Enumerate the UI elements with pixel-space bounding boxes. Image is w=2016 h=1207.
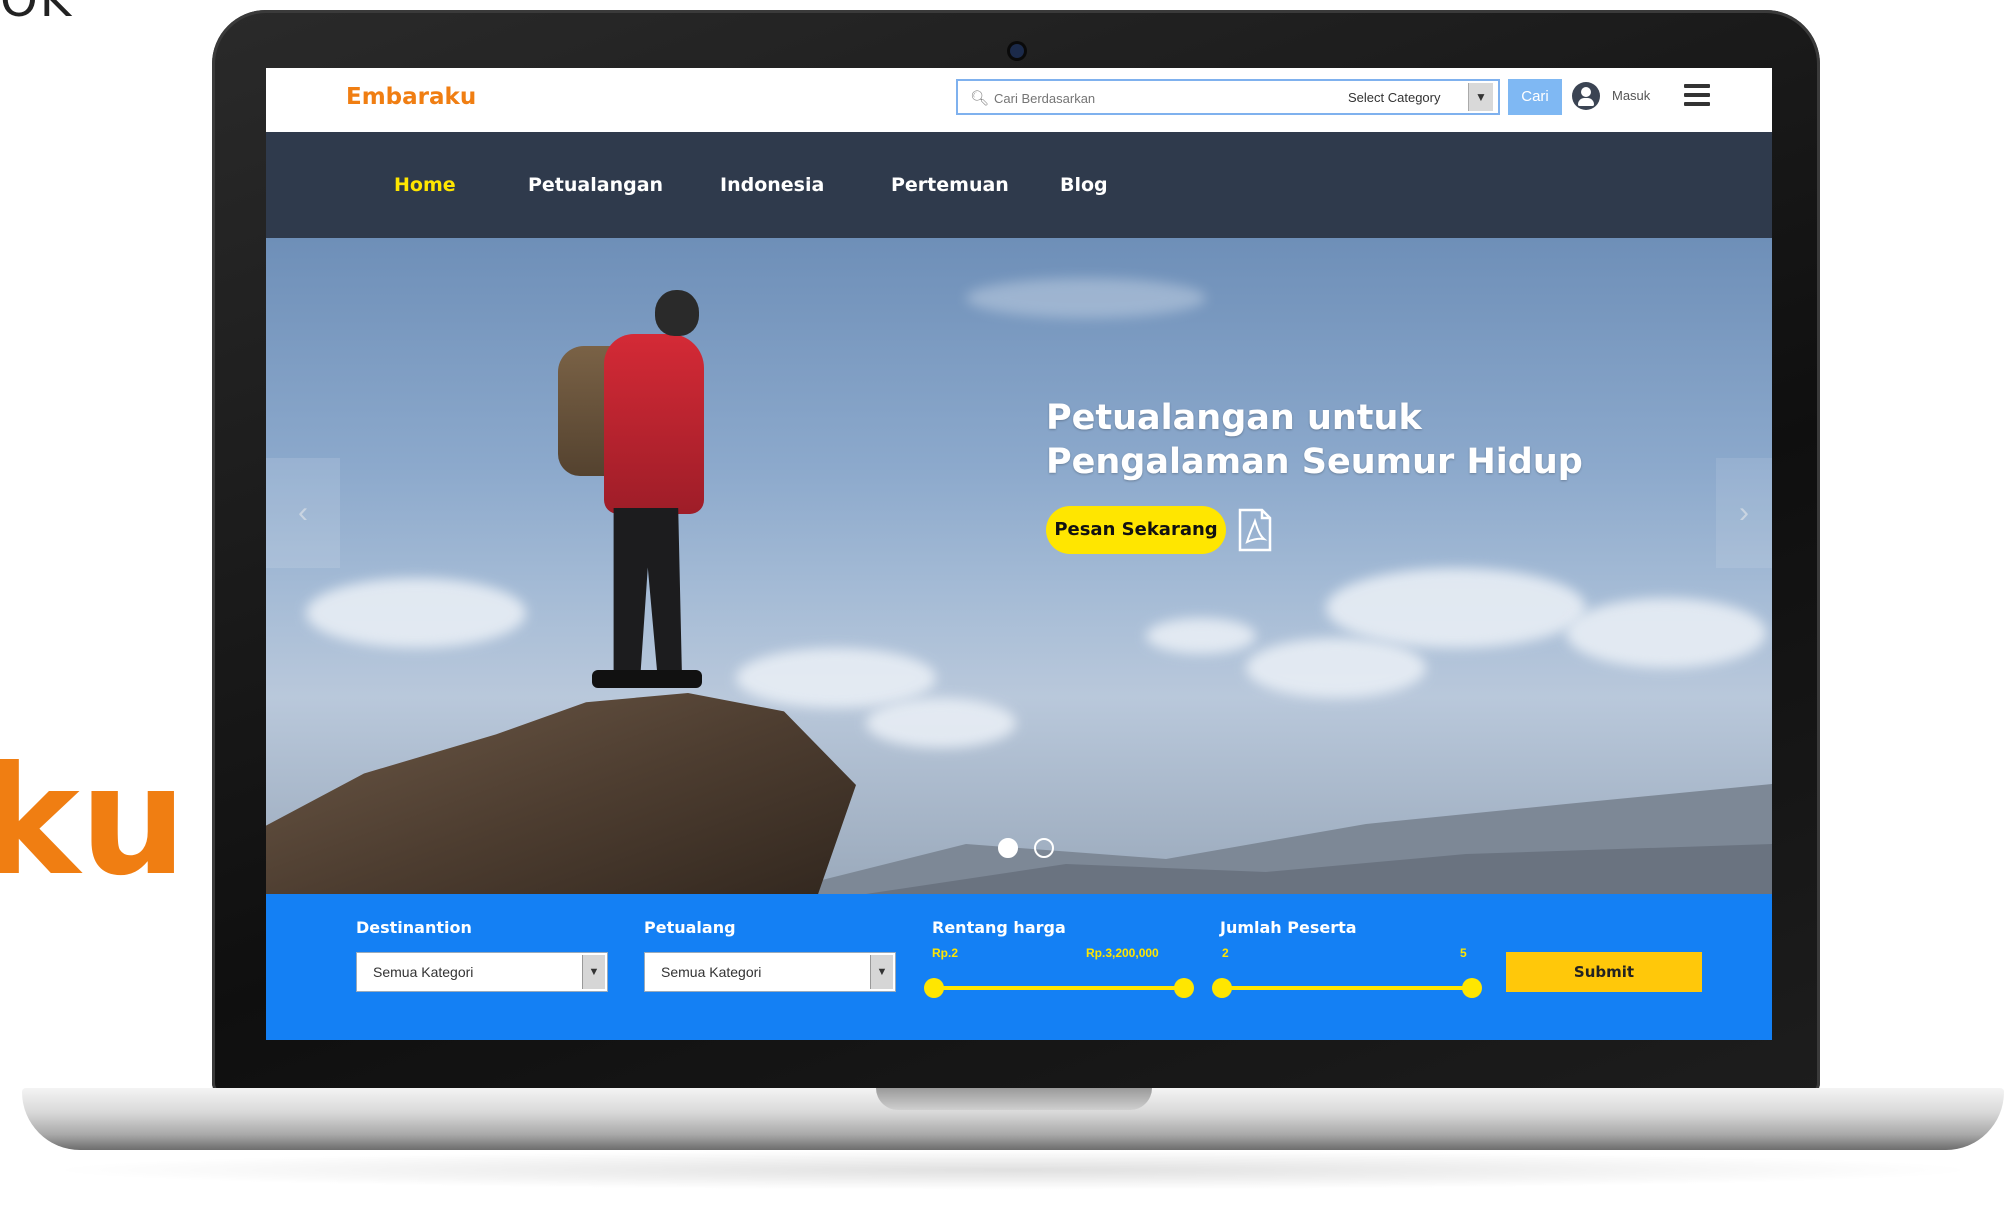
laptop-screen: Embaraku 🔍︎ Select Category ▼ Cari Masuk… — [266, 68, 1772, 1040]
hero-banner: ‹ › Petualangan untuk Pengalaman Seumur … — [266, 238, 1772, 894]
participants-min-value: 2 — [1222, 946, 1229, 960]
login-link[interactable]: Masuk — [1612, 88, 1650, 103]
laptop-shadow — [40, 1150, 1986, 1190]
participants-slider-max-handle[interactable] — [1462, 978, 1482, 998]
carousel-next-button[interactable]: › — [1716, 458, 1772, 568]
petualang-select-value: Semua Kategori — [661, 964, 762, 980]
background-brand-fragment: ku — [0, 735, 187, 909]
hiker-head — [655, 290, 699, 336]
price-slider-track[interactable] — [934, 986, 1184, 990]
search-icon: 🔍︎ — [970, 90, 990, 107]
price-max-value: Rp.3,200,000 — [1086, 946, 1159, 960]
site-header: Embaraku 🔍︎ Select Category ▼ Cari Masuk — [266, 68, 1772, 132]
cloud — [736, 648, 936, 708]
cloud — [1246, 638, 1426, 698]
petualang-label: Petualang — [644, 918, 736, 937]
chevron-down-icon: ▼ — [870, 955, 893, 989]
category-select-label[interactable]: Select Category — [1348, 90, 1441, 105]
hamburger-menu-icon[interactable] — [1684, 84, 1710, 106]
hiker-feet — [592, 670, 702, 688]
cloud — [306, 578, 526, 648]
hiker-legs — [613, 508, 682, 678]
participants-max-value: 5 — [1460, 946, 1467, 960]
site-logo[interactable]: Embaraku — [346, 84, 476, 110]
chevron-down-icon[interactable]: ▼ — [1468, 83, 1493, 111]
hiker-jacket — [604, 334, 704, 514]
carousel-prev-button[interactable]: ‹ — [266, 458, 340, 568]
cloud — [966, 278, 1206, 318]
destination-select-value: Semua Kategori — [373, 964, 474, 980]
price-slider-max-handle[interactable] — [1174, 978, 1194, 998]
nav-item-blog[interactable]: Blog — [1060, 174, 1108, 196]
nav-item-petualangan[interactable]: Petualangan — [528, 174, 663, 196]
search-bar: 🔍︎ Select Category ▼ — [956, 79, 1500, 115]
book-now-button[interactable]: Pesan Sekarang — [1046, 506, 1226, 554]
main-nav: Home Petualangan Indonesia Pertemuan Blo… — [266, 132, 1772, 238]
hero-title-line2: Pengalaman Seumur Hidup — [1046, 442, 1583, 482]
price-slider-min-handle[interactable] — [924, 978, 944, 998]
petualang-select[interactable]: Semua Kategori ▼ — [644, 952, 896, 992]
hero-title-line1: Petualangan untuk — [1046, 398, 1422, 438]
user-icon[interactable] — [1572, 82, 1600, 110]
submit-button[interactable]: Submit — [1506, 952, 1702, 992]
destination-select[interactable]: Semua Kategori ▼ — [356, 952, 608, 992]
pdf-icon[interactable] — [1236, 508, 1274, 552]
carousel-dot-1[interactable] — [998, 838, 1018, 858]
destination-label: Destinantion — [356, 918, 472, 937]
laptop-notch — [876, 1088, 1152, 1110]
background-text-top: OK — [0, 0, 74, 28]
rock-cliff — [266, 693, 856, 894]
laptop-camera — [1010, 44, 1024, 58]
cloud — [1326, 568, 1586, 648]
participants-label: Jumlah Peserta — [1220, 918, 1357, 937]
participants-slider-track[interactable] — [1222, 986, 1472, 990]
cloud — [866, 698, 1016, 748]
price-min-value: Rp.2 — [932, 946, 959, 960]
search-button[interactable]: Cari — [1508, 79, 1562, 115]
search-filter-bar: Destinantion Semua Kategori ▼ Petualang … — [266, 894, 1772, 1040]
nav-item-home[interactable]: Home — [394, 174, 456, 196]
participants-slider-min-handle[interactable] — [1212, 978, 1232, 998]
nav-item-indonesia[interactable]: Indonesia — [720, 174, 824, 196]
carousel-dot-2[interactable] — [1034, 838, 1054, 858]
cloud — [1146, 618, 1256, 654]
price-range-label: Rentang harga — [932, 918, 1066, 937]
hero-title: Petualangan untuk Pengalaman Seumur Hidu… — [1046, 396, 1606, 484]
cloud — [1566, 598, 1766, 668]
chevron-down-icon: ▼ — [582, 955, 605, 989]
nav-item-pertemuan[interactable]: Pertemuan — [891, 174, 1009, 196]
search-input[interactable] — [994, 87, 1294, 109]
